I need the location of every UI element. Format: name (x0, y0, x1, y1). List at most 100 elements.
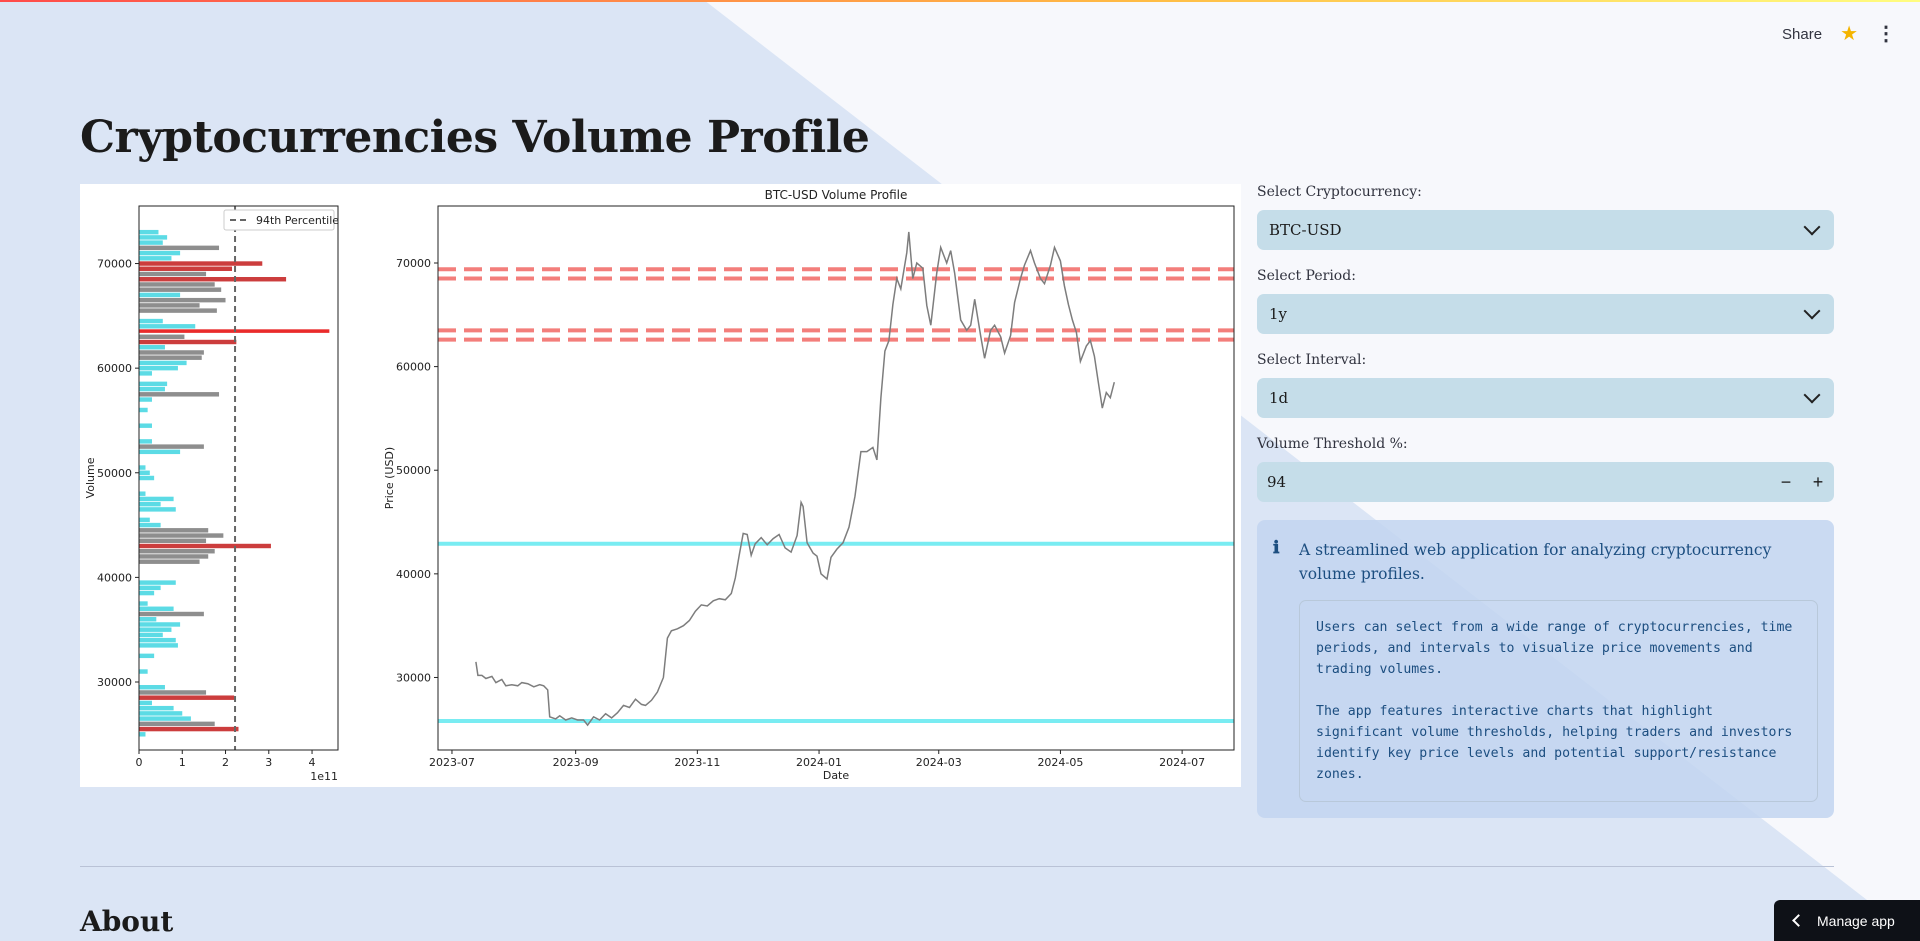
header-toolbar: Share ★ ⋮ (1782, 24, 1896, 44)
volume-bar (139, 690, 207, 695)
volume-bar (139, 711, 183, 716)
volume-bar (139, 554, 209, 559)
chart-ylabel: Price (USD) (383, 447, 396, 509)
price-chart-frame (437, 205, 1235, 751)
volume-bar (139, 261, 263, 266)
interval-value: 1d (1269, 389, 1289, 407)
crypto-label: Select Cryptocurrency: (1257, 184, 1422, 200)
volume-bar (139, 617, 157, 622)
volume-bar (139, 381, 168, 387)
chevron-down-icon (1803, 386, 1821, 404)
volume-bar (139, 522, 161, 528)
chevron-down-icon (1803, 302, 1821, 320)
interval-label: Select Interval: (1257, 352, 1367, 368)
share-button[interactable]: Share (1782, 26, 1822, 43)
volume-bar (139, 287, 222, 292)
y-tick-label: 30000 (97, 676, 132, 689)
decrement-button[interactable]: − (1770, 472, 1802, 493)
volume-bar (139, 627, 172, 632)
volume-bar (139, 324, 196, 329)
y-tick-label: 40000 (97, 571, 132, 584)
x-tick-label: 1 (179, 756, 186, 769)
x-tick-label: 2024-03 (916, 756, 962, 769)
x-tick-label: 3 (265, 756, 272, 769)
volume-bar (139, 721, 215, 727)
histogram-ylabel: Volume (84, 457, 97, 498)
volume-bar (139, 397, 152, 402)
volume-bar (139, 643, 178, 648)
crypto-select[interactable]: BTC-USD (1257, 210, 1834, 250)
volume-bar (139, 669, 148, 674)
volume-bar (139, 538, 207, 543)
volume-bar (139, 590, 155, 596)
volume-bar (139, 360, 187, 366)
volume-bar (139, 533, 224, 538)
volume-bar (139, 297, 226, 303)
volume-bar (139, 229, 159, 235)
volume-bar (139, 632, 163, 638)
legend-label: 94th Percentile (256, 214, 339, 227)
info-box: ℹ A streamlined web application for anal… (1257, 520, 1834, 818)
volume-bar (139, 365, 178, 371)
x-tick-label: 2024-05 (1037, 756, 1083, 769)
volume-bar (139, 549, 215, 554)
volume-bar (139, 345, 165, 350)
threshold-input[interactable]: 94 − + (1257, 462, 1834, 502)
y-tick-label: 60000 (396, 361, 431, 374)
volume-bar (139, 256, 172, 261)
volume-bar (139, 700, 152, 706)
volume-bar (139, 386, 165, 392)
x-tick-label: 2 (222, 756, 229, 769)
manage-app-button[interactable]: Manage app (1774, 900, 1920, 941)
volume-bar (139, 559, 200, 564)
x-tick-label: 2023-09 (553, 756, 599, 769)
threshold-label: Volume Threshold %: (1257, 436, 1408, 452)
volume-bar (139, 355, 202, 360)
chevron-left-icon (1792, 914, 1805, 927)
y-tick-label: 60000 (97, 362, 132, 375)
page-title: Cryptocurrencies Volume Profile (80, 112, 870, 163)
chart-figure: 0 1 2 3 4 1e11 30000 40000 50000 60000 70000 Volume… (80, 184, 1241, 787)
more-menu-icon[interactable]: ⋮ (1876, 24, 1896, 44)
volume-bar (139, 465, 146, 470)
volume-bar (139, 245, 220, 251)
chart-title: BTC-USD Volume Profile (765, 188, 908, 202)
volume-bar (139, 580, 176, 585)
volume-bar (139, 637, 176, 643)
star-icon[interactable]: ★ (1840, 24, 1858, 44)
crypto-value: BTC-USD (1269, 221, 1342, 239)
volume-bar (139, 303, 200, 308)
period-label: Select Period: (1257, 268, 1356, 284)
volume-bar (139, 716, 191, 721)
volume-bar (139, 235, 168, 240)
x-offset-label: 1e11 (310, 770, 338, 783)
volume-bar (139, 392, 220, 397)
info-summary: A streamlined web application for analyz… (1299, 541, 1772, 583)
volume-bar (139, 250, 181, 256)
volume-bar (139, 653, 155, 659)
x-tick-label: 4 (309, 756, 316, 769)
interval-select[interactable]: 1d (1257, 378, 1834, 418)
y-tick-label: 30000 (396, 671, 431, 684)
volume-bar (139, 292, 181, 298)
volume-bar (139, 266, 233, 271)
chart-xlabel: Date (823, 769, 850, 782)
volume-bar (139, 371, 152, 376)
period-value: 1y (1269, 305, 1288, 323)
top-decoration-bar (0, 0, 1920, 2)
info-icon: ℹ (1273, 538, 1280, 558)
volume-bar (139, 685, 165, 690)
y-tick-label: 50000 (97, 467, 132, 480)
volume-bar (139, 611, 204, 617)
increment-button[interactable]: + (1802, 472, 1834, 493)
volume-bar (139, 334, 185, 339)
volume-bar (139, 507, 176, 512)
x-tick-label: 0 (136, 756, 143, 769)
volume-bar (139, 423, 152, 428)
period-select[interactable]: 1y (1257, 294, 1834, 334)
volume-bar (139, 517, 150, 523)
threshold-value[interactable]: 94 (1267, 473, 1770, 491)
x-tick-label: 2023-11 (674, 756, 720, 769)
section-divider (80, 866, 1834, 867)
volume-bar (139, 496, 174, 502)
